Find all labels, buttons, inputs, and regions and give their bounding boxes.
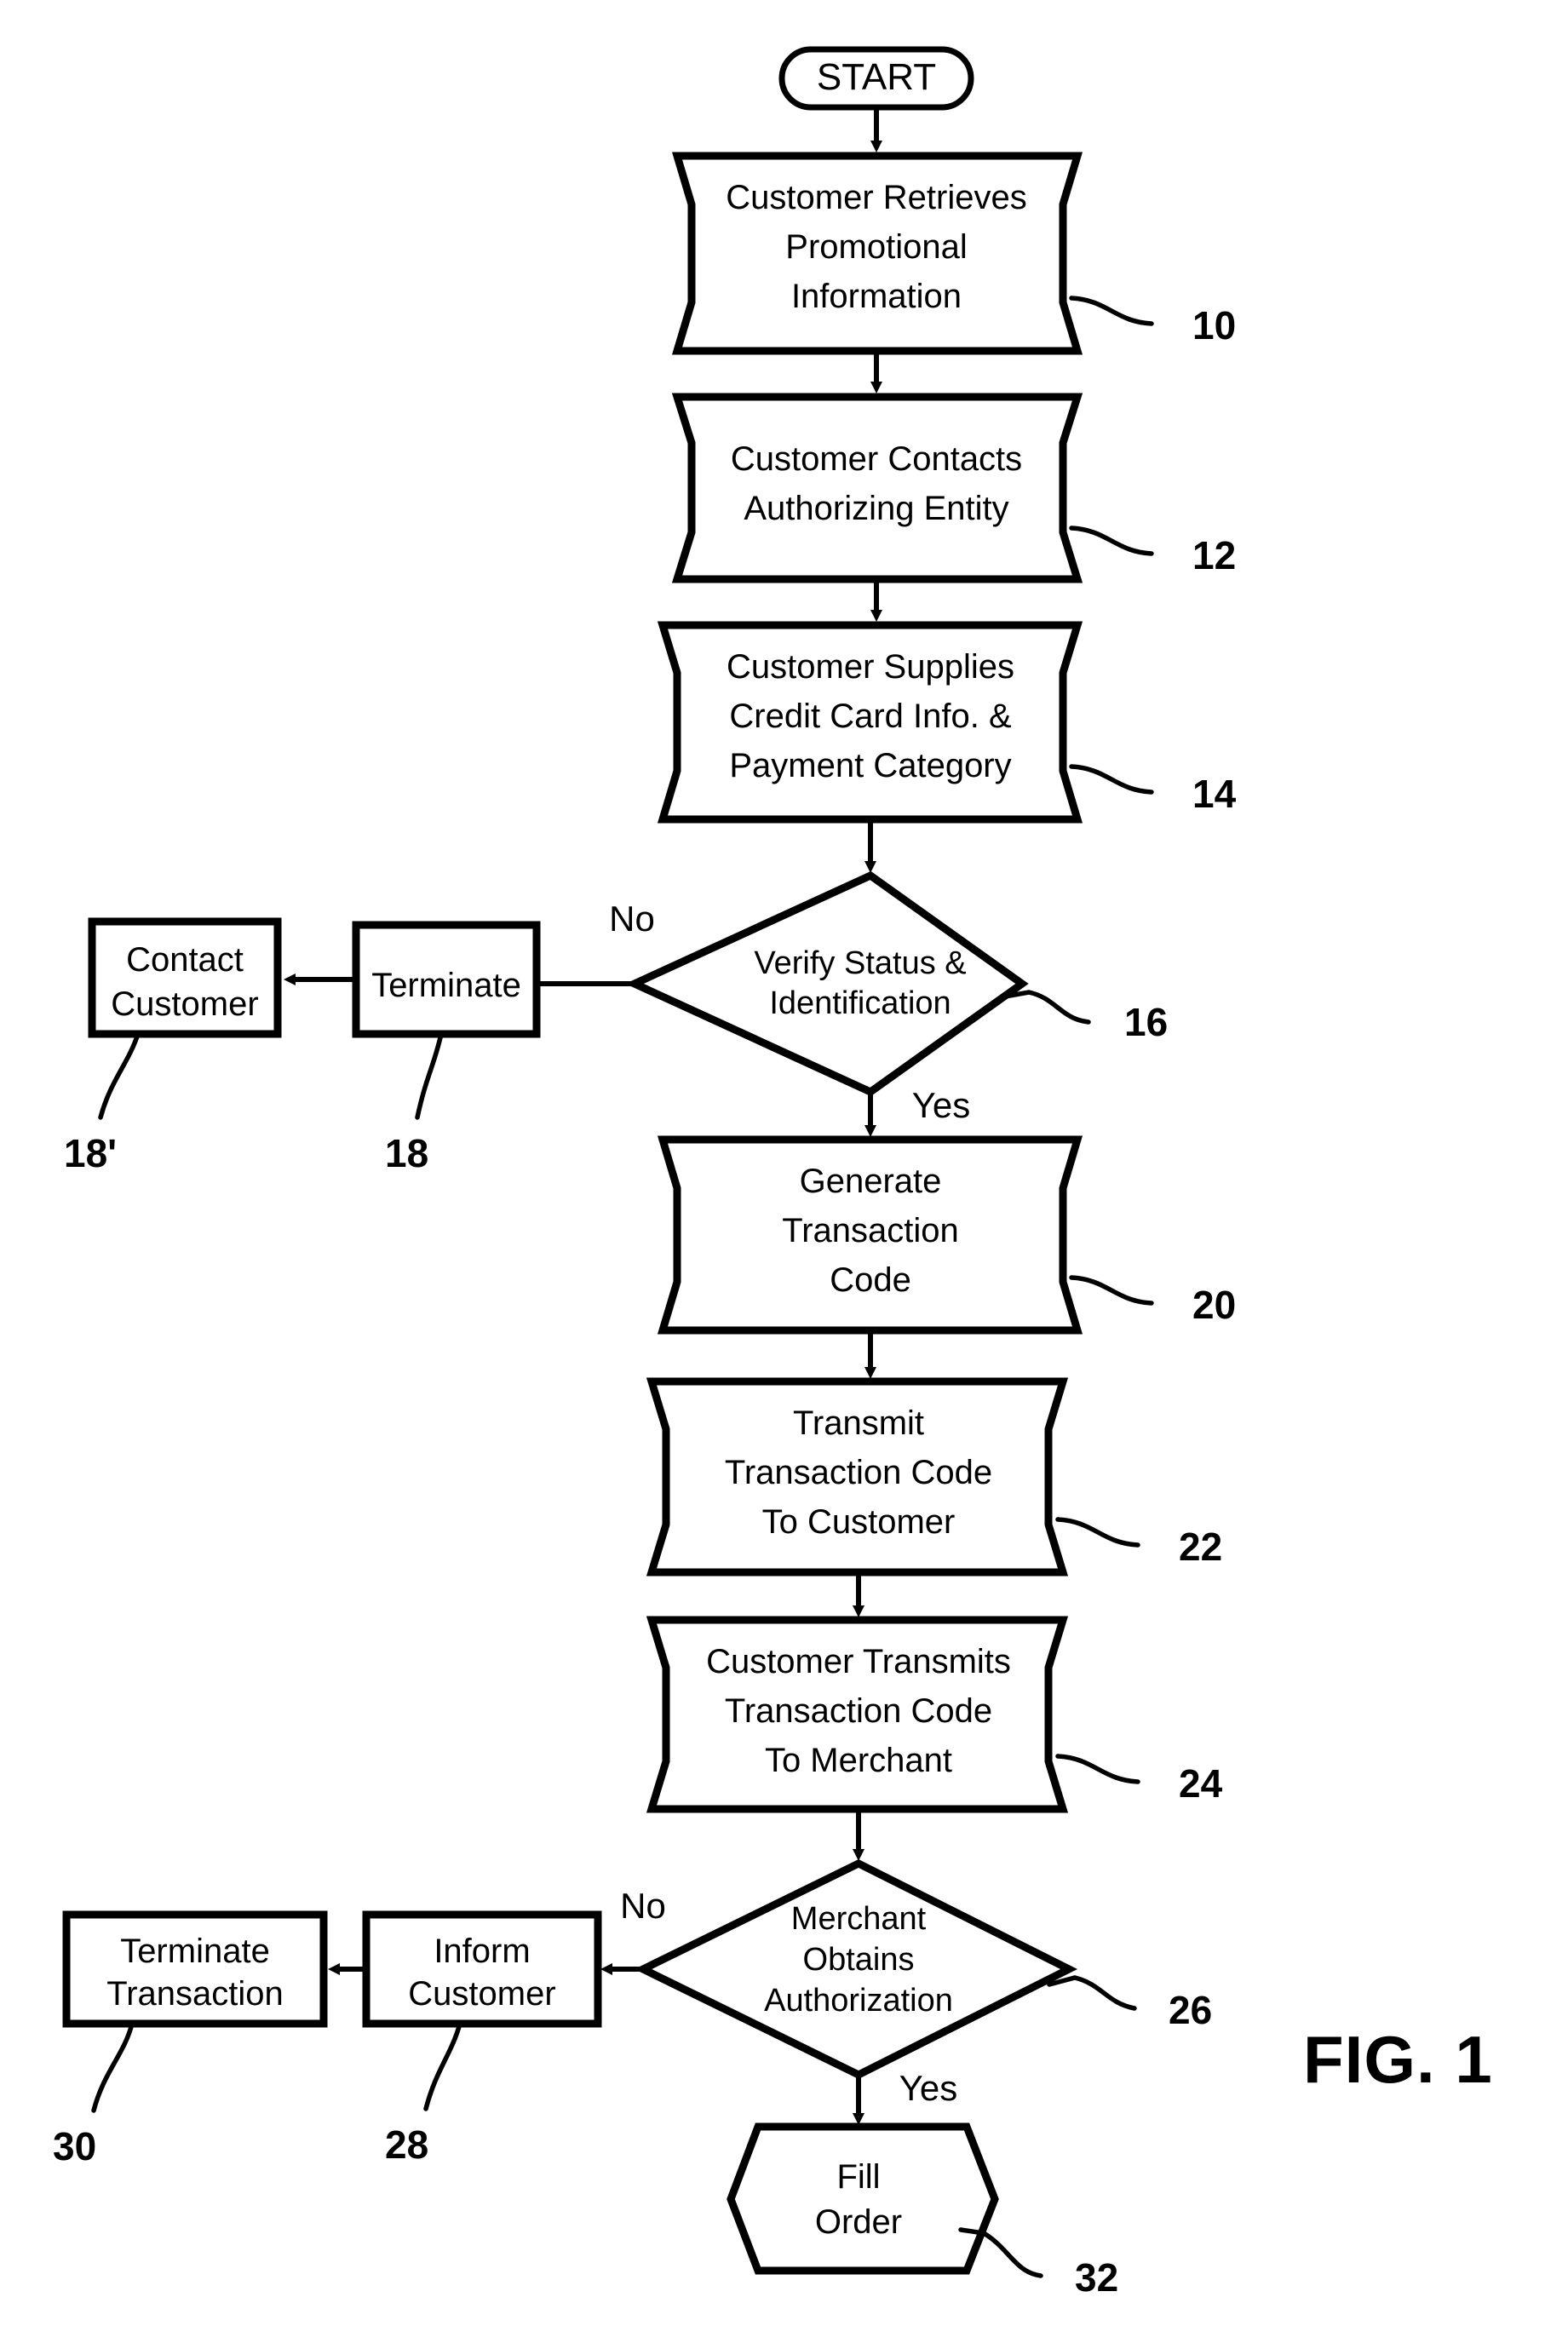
node-22-line-2: Transaction Code [725,1454,992,1491]
branch-label-16-yes: Yes [912,1085,971,1125]
leader-line-26 [1047,1975,1137,2011]
node-22-line-3: To Customer [762,1503,956,1541]
node-10-line-1: Customer Retrieves [726,179,1026,216]
node-14: Customer Supplies Credit Card Info. & Pa… [657,621,1083,824]
leader-line-30 [91,2021,135,2113]
node-28: Inform Customer [362,1910,602,2028]
leader-line-18prime [98,1031,141,1120]
node-10-line-2: Promotional [785,228,967,266]
ref-number-32: 32 [1075,2255,1118,2300]
node-30-line-1: Terminate [120,1933,270,1970]
leader-line-22 [1055,1517,1140,1548]
node-start: START [778,46,974,111]
node-26-line-1: Merchant [791,1901,927,1937]
node-30: Terminate Transaction [62,1910,328,2028]
node-14-line-1: Customer Supplies [727,648,1014,686]
node-14-line-3: Payment Category [729,747,1011,784]
node-28-line-1: Inform [434,1933,530,1970]
node-16-line-1: Verify Status & [754,945,966,981]
node-18-line-1: Terminate [371,967,521,1004]
branch-label-26-no: No [620,1886,666,1926]
node-30-line-2: Transaction [106,1975,284,2013]
branch-label-26-yes: Yes [899,2068,958,2108]
flowchart-svg: START Customer Retrieves Promotional Inf… [53,46,1493,2300]
ref-number-14: 14 [1192,772,1237,816]
leader-line-12 [1069,526,1154,556]
ref-number-24: 24 [1179,1761,1223,1806]
node-18: Terminate [352,921,541,1038]
leader-line-10 [1069,296,1154,326]
node-26: Merchant Obtains Authorization [634,1858,1078,2080]
leader-line-18 [415,1031,444,1120]
node-18prime-line-1: Contact [126,941,244,979]
node-26-line-3: Authorization [764,1983,953,2019]
node-18prime-line-2: Customer [111,985,258,1023]
ref-number-28: 28 [385,2122,428,2167]
node-32-line-2: Order [815,2203,902,2241]
node-22-line-1: Transmit [793,1404,924,1442]
node-20-line-3: Code [830,1261,911,1299]
node-24: Customer Transmits Transaction Code To M… [646,1616,1069,1813]
ref-number-26: 26 [1169,1988,1212,2032]
node-26-line-2: Obtains [803,1942,915,1978]
ref-number-18: 18 [385,1131,428,1175]
node-32: Fill Order [727,2122,999,2275]
ref-number-22: 22 [1179,1525,1222,1569]
node-32-line-1: Fill [836,2158,880,2196]
figure-caption: FIG. 1 [1303,2022,1493,2097]
patent-figure-canvas: START Customer Retrieves Promotional Inf… [0,0,1568,2349]
ref-number-18prime: 18' [64,1131,117,1175]
node-20-line-2: Transaction [782,1212,959,1249]
node-14-line-2: Credit Card Info. & [729,698,1012,735]
ref-number-30: 30 [53,2124,96,2168]
branch-label-16-no: No [609,899,655,939]
ref-number-20: 20 [1192,1283,1236,1327]
leader-line-20 [1069,1275,1154,1306]
node-24-line-1: Customer Transmits [706,1643,1011,1680]
node-24-line-3: To Merchant [765,1742,952,1779]
node-12: Customer Contacts Authorizing Entity [671,393,1083,583]
node-22: Transmit Transaction Code To Customer [646,1377,1069,1577]
leader-line-14 [1069,764,1154,795]
node-16: Verify Status & Identification [625,870,1029,1097]
leader-line-28 [423,2021,462,2111]
node-24-line-2: Transaction Code [725,1692,992,1730]
node-12-line-2: Authorizing Entity [744,490,1008,527]
node-18-prime: Contact Customer [88,917,282,1038]
ref-number-10: 10 [1192,303,1236,347]
ref-number-16: 16 [1124,1000,1168,1044]
node-20: Generate Transaction Code [657,1135,1083,1335]
node-10-line-3: Information [791,278,962,315]
leader-line-16 [1002,990,1091,1025]
node-12-line-1: Customer Contacts [731,440,1022,478]
node-10: Customer Retrieves Promotional Informati… [671,152,1083,355]
leader-line-24 [1055,1754,1140,1784]
node-28-line-2: Customer [408,1975,555,2013]
node-start-label: START [817,56,936,98]
node-16-line-2: Identification [769,985,951,1021]
node-20-line-1: Generate [800,1163,942,1200]
ref-number-12: 12 [1192,533,1236,577]
